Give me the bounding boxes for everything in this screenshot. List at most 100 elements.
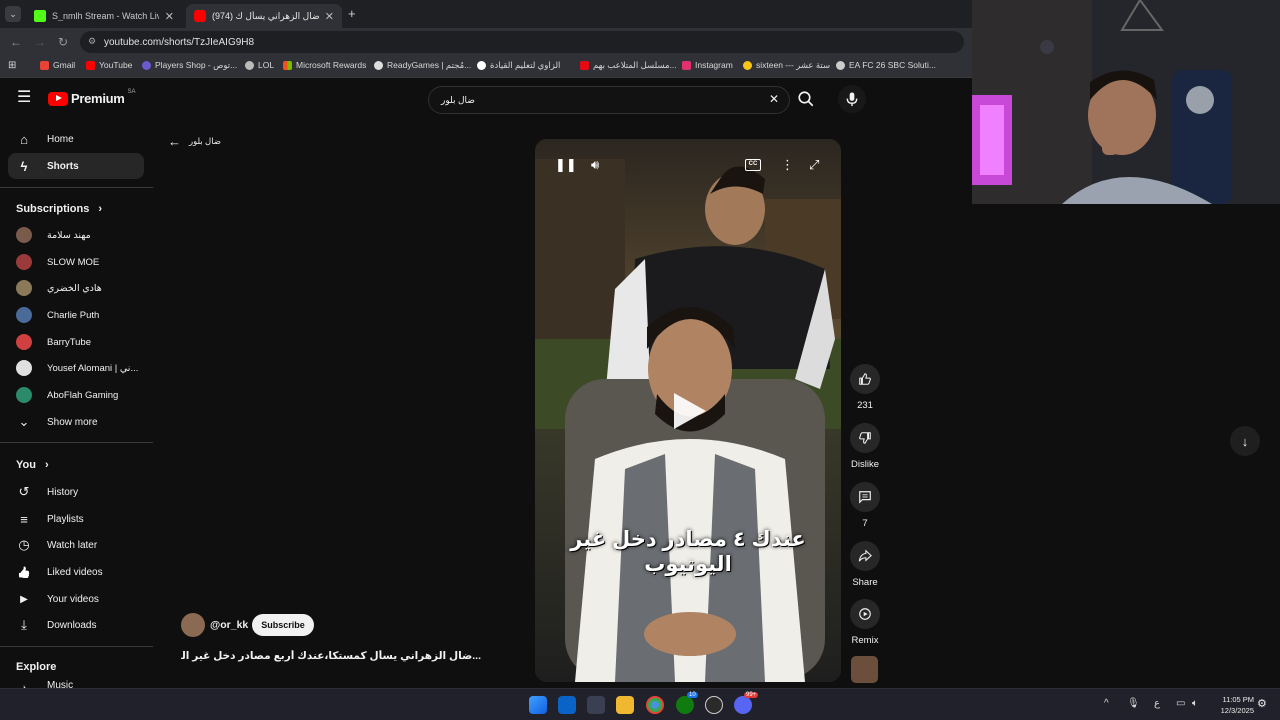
sound-thumbnail[interactable] xyxy=(851,656,878,683)
share-button[interactable]: Share xyxy=(845,541,885,588)
file-explorer-icon[interactable] xyxy=(616,696,634,714)
next-short-arrow-down-icon[interactable]: ↓ xyxy=(1230,426,1260,456)
notifications-icon[interactable]: ⚙ xyxy=(1257,697,1267,710)
series-icon xyxy=(580,61,589,70)
sidebar-item-your-videos[interactable]: ▶ Your videos xyxy=(8,586,144,612)
bookmark-sixteen[interactable]: sixteen --- ستة عشر xyxy=(743,60,830,71)
back-icon[interactable]: ← xyxy=(10,35,22,49)
sidebar-divider xyxy=(0,442,153,443)
chevron-down-icon: ⌄ xyxy=(18,414,30,429)
search-input[interactable]: ضال بلور ✕ xyxy=(428,86,790,114)
close-tab-icon[interactable]: ✕ xyxy=(165,10,174,23)
players-shop-icon xyxy=(142,61,151,70)
bookmark-gmail[interactable]: Gmail xyxy=(40,60,75,70)
network-icon[interactable]: ▭ xyxy=(1176,698,1185,709)
clock-time: 11:05 PM xyxy=(1222,695,1254,704)
dislike-button[interactable]: Dislike xyxy=(845,423,885,470)
subscription-item[interactable]: SLOW MOE xyxy=(8,249,144,275)
obs-icon[interactable] xyxy=(705,696,723,714)
xbox-icon[interactable] xyxy=(676,696,694,714)
subscriptions-header[interactable]: Subscriptions › xyxy=(16,203,102,215)
forward-icon[interactable]: → xyxy=(34,35,46,49)
tab-search-icon[interactable]: ⌄ xyxy=(5,6,21,22)
store-icon[interactable] xyxy=(587,696,605,714)
search-icon[interactable] xyxy=(797,90,817,110)
sidebar-item-playlists[interactable]: ≡ Playlists xyxy=(8,506,144,532)
sidebar-divider xyxy=(0,187,153,188)
new-tab-icon[interactable]: + xyxy=(348,6,356,21)
clock[interactable]: 11:05 PM 12/3/2025 xyxy=(1212,694,1254,716)
youtube-premium-logo[interactable]: Premium SA xyxy=(48,89,136,106)
apps-icon[interactable]: ⊞ xyxy=(8,60,16,71)
discord-icon[interactable] xyxy=(734,696,752,714)
shorts-video-player[interactable]: ❚❚ 🔊︎ CC ⋮ ⤢ عندك ٤ مصادر دخل غير اليوتي… xyxy=(535,139,841,682)
short-title[interactable]: ...ضال الزهراني يسأل كمستكا،عندك أربع مص… xyxy=(181,650,481,662)
you-header[interactable]: You › xyxy=(16,459,49,471)
channel-handle[interactable]: @or_kk xyxy=(210,619,248,631)
subscription-item[interactable]: Charlie Puth xyxy=(8,302,144,328)
chrome-icon[interactable] xyxy=(646,696,664,714)
subscribe-button[interactable]: Subscribe xyxy=(252,614,314,636)
outlook-icon[interactable] xyxy=(558,696,576,714)
bookmark-instagram[interactable]: Instagram xyxy=(682,60,733,70)
tab-youtube-short[interactable]: (974) ضال الزهراني يسأل ك ✕ xyxy=(186,4,342,28)
webcam-overlay xyxy=(972,0,1280,204)
thumbs-up-icon xyxy=(850,364,880,394)
bookmark-eafc[interactable]: EA FC 26 SBC Soluti... xyxy=(836,60,936,70)
eafc-icon xyxy=(836,60,845,70)
bookmark-ms-rewards[interactable]: Microsoft Rewards xyxy=(283,60,366,70)
sidebar-item-music[interactable]: ♪ Music xyxy=(8,680,144,688)
play-icon[interactable] xyxy=(668,391,708,431)
captions-icon[interactable]: CC xyxy=(745,159,761,171)
bookmark-label: Microsoft Rewards xyxy=(296,60,367,70)
more-vertical-icon[interactable]: ⋮ xyxy=(781,157,794,173)
arrow-left-icon: ← xyxy=(168,134,181,149)
menu-icon[interactable]: ☰ xyxy=(17,90,31,106)
close-tab-icon[interactable]: ✕ xyxy=(325,10,334,23)
url-input[interactable]: ⚙ youtube.com/shorts/TzJIeAIG9H8 xyxy=(80,31,964,53)
remix-button[interactable]: Remix xyxy=(845,599,885,646)
input-language[interactable]: ع xyxy=(1154,698,1160,709)
bookmark-series[interactable]: مسلسل المتلاعب بهم... xyxy=(580,60,677,71)
voice-search-icon[interactable] xyxy=(838,85,866,113)
sidebar-item-watch-later[interactable]: ◷ Watch later xyxy=(8,532,144,558)
channel-avatar[interactable] xyxy=(181,613,205,637)
bookmark-alzawi[interactable]: الزاوي لتعليم القيادة xyxy=(477,60,560,71)
show-more-button[interactable]: ⌄ Show more xyxy=(8,409,144,435)
volume-icon[interactable]: 🔊︎ xyxy=(591,157,599,173)
bookmark-lol[interactable]: LOL xyxy=(245,60,274,70)
subscription-item[interactable]: مهند سلامة xyxy=(8,222,144,248)
chevron-right-icon: › xyxy=(45,459,49,471)
sidebar-item-history[interactable]: ↺ History xyxy=(8,479,144,505)
watch-later-icon: ◷ xyxy=(18,537,30,552)
bookmark-label: Players Shop - توص... xyxy=(155,60,238,70)
explore-header: Explore xyxy=(16,661,56,673)
comments-button[interactable]: 7 xyxy=(845,482,885,529)
site-info-icon[interactable]: ⚙ xyxy=(88,36,96,47)
subscription-item[interactable]: Yousef Alomani | ني... xyxy=(8,355,144,381)
bookmark-readygames[interactable]: ReadyGames | مُجتم... xyxy=(374,60,471,71)
subscription-item[interactable]: هادي الخضري xyxy=(8,275,144,301)
subscription-label: مهند سلامة xyxy=(47,229,91,241)
sidebar-item-home[interactable]: ⌂ Home xyxy=(8,126,144,152)
start-icon[interactable] xyxy=(529,696,547,714)
sidebar-item-label: History xyxy=(47,486,79,498)
speaker-icon[interactable]: 🔈︎ xyxy=(1192,698,1198,709)
section-title: You xyxy=(16,459,36,471)
bookmark-youtube[interactable]: YouTube xyxy=(86,60,132,70)
subscription-item[interactable]: AboFlah Gaming xyxy=(8,382,144,408)
sidebar-item-shorts[interactable]: ϟ Shorts xyxy=(8,153,144,179)
pause-icon[interactable]: ❚❚ xyxy=(555,157,577,173)
fullscreen-icon[interactable]: ⤢ xyxy=(809,157,819,173)
subscription-item[interactable]: BarryTube xyxy=(8,329,144,355)
reload-icon[interactable]: ↻ xyxy=(58,35,68,49)
tab-kick-stream[interactable]: S_nmlh Stream - Watch Live on ✕ xyxy=(26,4,182,28)
like-button[interactable]: 231 xyxy=(845,364,885,411)
bookmark-players-shop[interactable]: Players Shop - توص... xyxy=(142,60,237,71)
microphone-icon[interactable]: 🎙︎ xyxy=(1127,698,1140,709)
back-to-search-button[interactable]: ← ضال بلور xyxy=(168,134,221,149)
sidebar-item-liked-videos[interactable]: 👍 Liked videos xyxy=(8,559,144,585)
show-hidden-icons-chevron-up-icon[interactable]: ^ xyxy=(1104,698,1109,709)
sidebar-item-downloads[interactable]: ⤓ Downloads xyxy=(8,612,144,638)
clear-search-icon[interactable]: ✕ xyxy=(769,92,779,106)
